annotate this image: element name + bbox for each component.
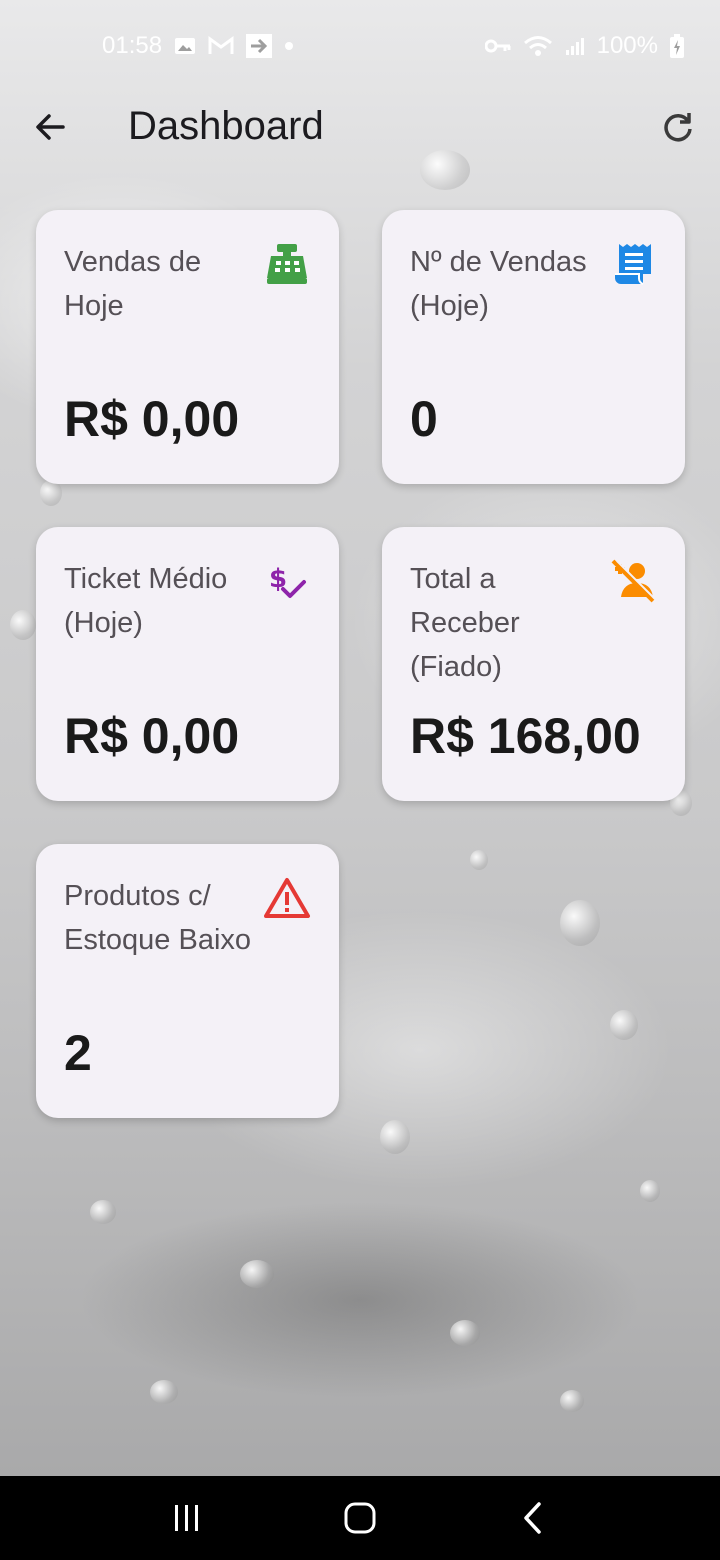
status-left: 01:58: [102, 32, 294, 60]
status-time: 01:58: [102, 32, 163, 59]
card-value: R$ 0,00: [64, 708, 240, 764]
battery-percent: 100%: [596, 32, 658, 59]
login-icon: [246, 34, 273, 58]
home-button[interactable]: [320, 1488, 400, 1548]
system-nav-bar: [0, 1476, 720, 1560]
status-bar: 01:58 100%: [0, 0, 720, 92]
card-label: Vendas de Hoje: [64, 246, 202, 322]
card-label: Nº de Vendas (Hoje): [410, 246, 587, 322]
back-button[interactable]: [30, 107, 70, 147]
back-icon: [524, 1502, 542, 1534]
card-estoque-baixo[interactable]: Produtos c/ Estoque Baixo 2: [36, 844, 339, 1118]
refresh-icon: [664, 113, 692, 142]
gmail-icon: [208, 36, 234, 56]
app-bar: Dashboard: [0, 92, 720, 162]
card-value: 2: [64, 1025, 92, 1081]
status-right: 100%: [484, 32, 684, 60]
wifi-icon: [523, 35, 553, 57]
arrow-back-icon: [36, 114, 65, 140]
price-check-icon: $: [263, 557, 311, 605]
nav-back-button[interactable]: [493, 1488, 573, 1548]
card-label: Total a Receber (Fiado): [410, 563, 520, 683]
card-label: Ticket Médio (Hoje): [64, 563, 228, 639]
card-numero-vendas[interactable]: Nº de Vendas (Hoje) 0: [382, 210, 685, 484]
cash-register-icon: [263, 240, 311, 288]
image-icon: [174, 36, 196, 56]
card-vendas-hoje[interactable]: Vendas de Hoje R$ 0,00: [36, 210, 339, 484]
recent-apps-icon: [174, 1505, 198, 1531]
dot-icon: [284, 41, 294, 51]
card-ticket-medio[interactable]: Ticket Médio (Hoje) $ R$ 0,00: [36, 527, 339, 801]
receipt-icon: [609, 240, 657, 288]
card-label: Produtos c/ Estoque Baixo: [64, 880, 252, 956]
refresh-button[interactable]: [658, 107, 698, 147]
person-off-icon: [609, 557, 657, 605]
card-value: R$ 0,00: [64, 391, 240, 447]
card-value: R$ 168,00: [410, 708, 641, 764]
warning-icon: [263, 874, 311, 922]
page-title: Dashboard: [128, 104, 324, 148]
home-icon: [344, 1502, 376, 1534]
battery-charging-icon: [670, 34, 684, 58]
card-total-receber[interactable]: Total a Receber (Fiado) R$ 168,00: [382, 527, 685, 801]
recent-apps-button[interactable]: [147, 1488, 227, 1548]
card-value: 0: [410, 391, 438, 447]
signal-icon: [565, 36, 585, 56]
key-icon: [484, 38, 511, 54]
